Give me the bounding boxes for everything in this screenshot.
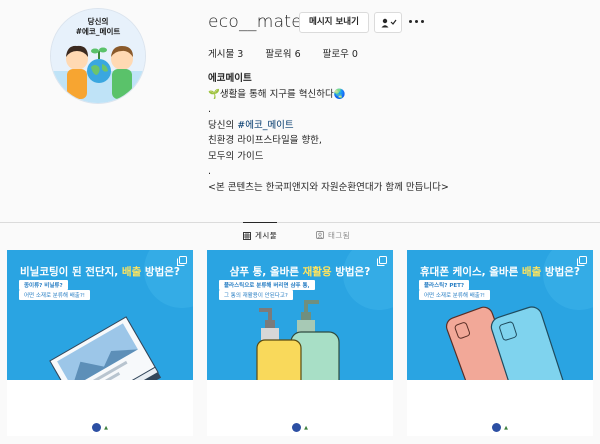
person-check-icon (381, 18, 397, 28)
sponsor-logos: ▲ (207, 423, 393, 432)
followers-stat[interactable]: 팔로워 6 (265, 46, 300, 60)
bio-line: 🌱생활을 통해 지구를 혁신하다🌏 (208, 88, 346, 100)
following-stat[interactable]: 팔로우 0 (323, 46, 358, 60)
sponsor-logos: ▲ (7, 423, 193, 432)
tag-person-icon (316, 231, 324, 239)
pg-logo-icon (292, 423, 302, 432)
sponsor-logos: ▲ (407, 423, 593, 432)
follow-dropdown-button[interactable] (374, 12, 402, 33)
profile-bio: 에코메이트 🌱생활을 통해 지구를 혁신하다🌏 . 당신의 #에코_메이트 친환… (208, 71, 449, 195)
post-tile[interactable]: 비닐코팅이 된 전단지, 배출 방법은? 종이류? 비닐류? 어떤 소재로 분류… (7, 250, 193, 436)
posts-stat[interactable]: 게시물 3 (208, 46, 243, 60)
carousel-icon (377, 256, 387, 266)
grid-icon (243, 231, 251, 240)
eco-logo-icon: ▲ (504, 425, 508, 431)
more-options-icon[interactable] (409, 15, 425, 29)
profile-stats: 게시물 3 팔로워 6 팔로우 0 (208, 46, 358, 60)
post-tile[interactable]: 샴푸 통, 올바른 재활용 방법은? 플라스틱으로 분류해 버리면 샴푸 통, … (207, 250, 393, 436)
eco-logo-icon: ▲ (304, 425, 308, 431)
bio-line: 당신의 #에코_메이트 (208, 119, 294, 131)
bio-line: . (208, 166, 212, 177)
post-question: 플라스틱으로 분류해 버리면 샴푸 통, (219, 280, 315, 290)
bio-line: <본 콘텐츠는 한국피앤지와 자원순환연대가 함께 만듭니다> (208, 181, 449, 193)
carousel-icon (577, 256, 587, 266)
post-question: 그 통의 재활용이 안된다고? (219, 290, 293, 300)
post-question: 어떤 소재로 분류해 배출?! (419, 290, 490, 300)
post-question: 플라스틱? PET? (419, 280, 470, 290)
pg-logo-icon (492, 423, 502, 432)
pg-logo-icon (92, 423, 102, 432)
post-question: 종이류? 비닐류? (19, 280, 68, 290)
bio-line: 친환경 라이프스타일을 향한, (208, 135, 322, 146)
send-message-button[interactable]: 메시지 보내기 (299, 12, 369, 33)
bio-line: 모두의 가이드 (208, 150, 264, 162)
tab-posts[interactable]: 게시물 (243, 222, 278, 248)
carousel-icon (177, 256, 187, 266)
post-title: 비닐코팅이 된 전단지, 배출 방법은? (20, 266, 180, 278)
post-title: 휴대폰 케이스, 올바른 배출 방법은? (420, 266, 580, 278)
post-tile[interactable]: 휴대폰 케이스, 올바른 배출 방법은? 플라스틱? PET? 어떤 소재로 분… (407, 250, 593, 436)
tab-tagged[interactable]: 태그됨 (316, 222, 350, 248)
profile-avatar[interactable]: 당신의 #에코_메이트 (50, 8, 146, 104)
bio-hashtag-link[interactable]: #에코_메이트 (237, 120, 293, 131)
bio-line: . (208, 104, 212, 115)
eco-logo-icon: ▲ (104, 425, 108, 431)
avatar-text: 당신의 #에코_메이트 (75, 17, 121, 36)
tabs-divider (0, 222, 600, 223)
profile-display-name: 에코메이트 (208, 73, 252, 84)
post-question: 어떤 소재로 분류해 배출?! (19, 290, 90, 300)
profile-username: eco__mate (208, 12, 303, 32)
post-title: 샴푸 통, 올바른 재활용 방법은? (229, 266, 371, 278)
